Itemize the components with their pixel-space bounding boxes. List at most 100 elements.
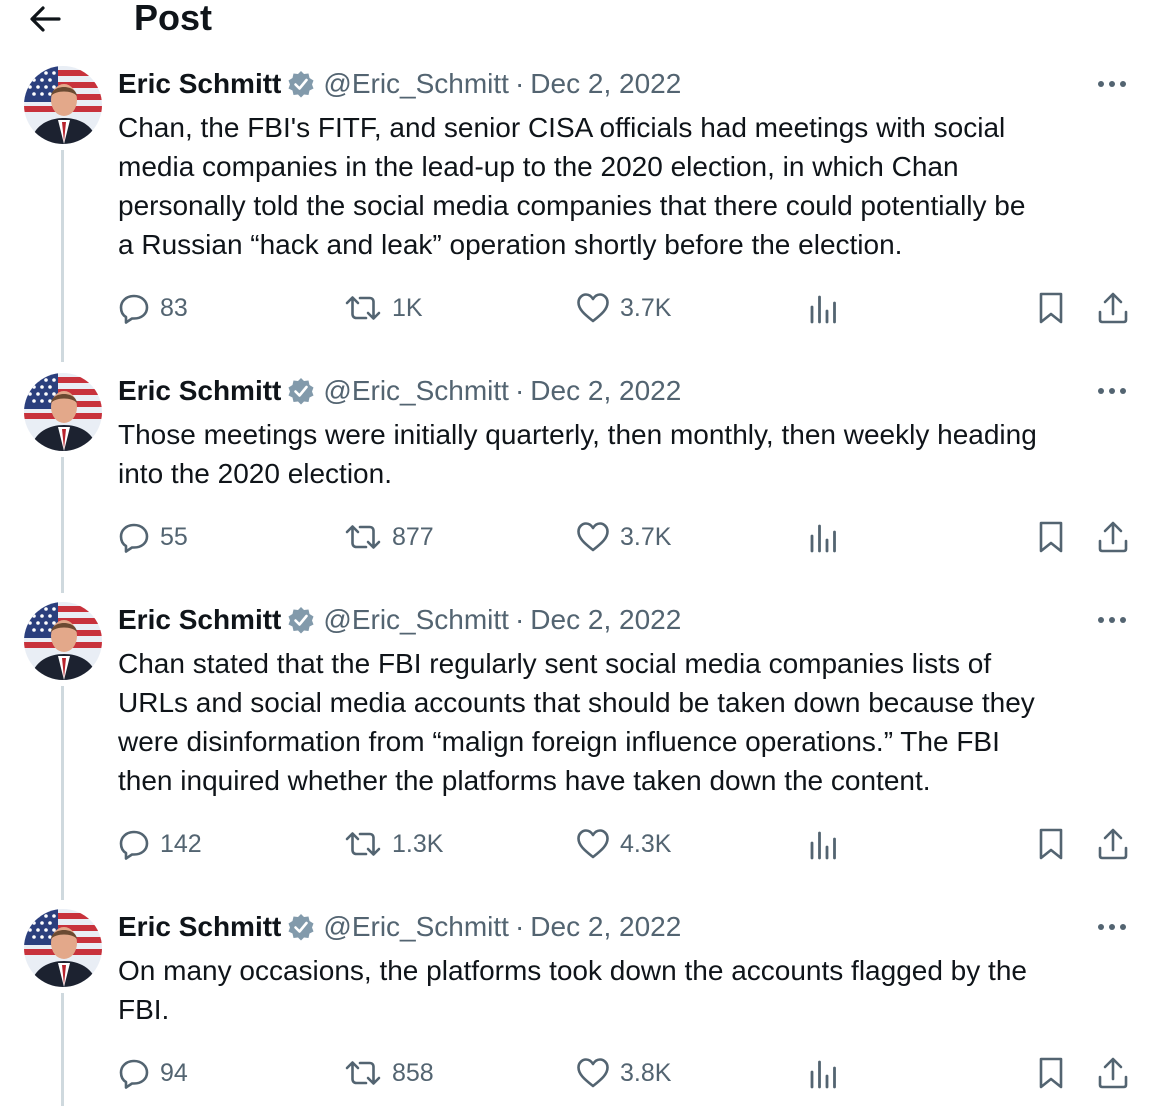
reply-button[interactable]: 94 [118, 1055, 188, 1091]
like-button[interactable]: 3.7K [576, 290, 671, 326]
share-button[interactable] [1096, 519, 1130, 555]
thread-line [61, 150, 64, 362]
avatar[interactable] [24, 909, 102, 987]
verified-badge-icon[interactable] [287, 70, 315, 98]
reply-icon [119, 523, 149, 553]
post-header: Eric Schmitt @Eric_Schmitt · Dec 2, 2022 [118, 66, 681, 102]
author-name[interactable]: Eric Schmitt [118, 911, 281, 942]
bookmark-button[interactable] [1036, 290, 1066, 326]
separator-dot: · [514, 375, 525, 406]
repost-icon [345, 525, 381, 549]
post-date[interactable]: Dec 2, 2022 [530, 911, 681, 942]
post-text: Chan, the FBI's FITF, and senior CISA of… [118, 112, 1026, 260]
like-count: 3.7K [620, 522, 672, 551]
post-actions: 94 858 3.8K [118, 1055, 1134, 1091]
repost-count: 877 [392, 522, 434, 551]
repost-count: 1K [392, 293, 423, 322]
post-date[interactable]: Dec 2, 2022 [530, 604, 681, 635]
author-handle[interactable]: @Eric_Schmitt [323, 375, 509, 406]
reply-button[interactable]: 55 [118, 519, 188, 555]
like-button[interactable]: 3.7K [576, 519, 671, 555]
thread-line [61, 993, 64, 1106]
more-options-icon[interactable] [1096, 614, 1128, 626]
views-button[interactable] [808, 826, 838, 862]
post-date[interactable]: Dec 2, 2022 [530, 68, 681, 99]
repost-button[interactable]: 877 [344, 519, 434, 555]
more-options-icon[interactable] [1096, 921, 1128, 933]
avatar[interactable] [24, 373, 102, 451]
author-handle[interactable]: @Eric_Schmitt [323, 68, 509, 99]
bookmark-icon [1039, 292, 1063, 324]
share-button[interactable] [1096, 826, 1130, 862]
post-actions: 55 877 3.7K [118, 519, 1134, 555]
avatar[interactable] [24, 66, 102, 144]
repost-count: 858 [392, 1058, 434, 1087]
views-button[interactable] [808, 290, 838, 326]
analytics-icon [810, 295, 836, 324]
post-text: Chan stated that the FBI regularly sent … [118, 648, 1035, 796]
separator-dot: · [514, 604, 525, 635]
analytics-icon [810, 831, 836, 860]
verified-badge-icon[interactable] [287, 377, 315, 405]
repost-icon [345, 1061, 381, 1085]
arrow-left-icon[interactable] [28, 4, 62, 34]
heart-icon [577, 1058, 609, 1088]
avatar[interactable] [24, 602, 102, 680]
more-options-icon[interactable] [1096, 78, 1128, 90]
author-name[interactable]: Eric Schmitt [118, 68, 281, 99]
author-name[interactable]: Eric Schmitt [118, 604, 281, 635]
post-header: Eric Schmitt @Eric_Schmitt · Dec 2, 2022 [118, 602, 681, 638]
reply-button[interactable]: 142 [118, 826, 202, 862]
share-button[interactable] [1096, 290, 1130, 326]
share-button[interactable] [1096, 1055, 1130, 1091]
repost-button[interactable]: 858 [344, 1055, 434, 1091]
verified-badge-icon[interactable] [287, 606, 315, 634]
bookmark-button[interactable] [1036, 826, 1066, 862]
separator-dot: · [514, 68, 525, 99]
heart-icon [577, 829, 609, 859]
bookmark-icon [1039, 828, 1063, 860]
like-button[interactable]: 3.8K [576, 1055, 671, 1091]
post-date[interactable]: Dec 2, 2022 [530, 375, 681, 406]
reply-count: 142 [160, 829, 202, 858]
analytics-icon [810, 524, 836, 553]
share-icon [1098, 828, 1128, 860]
repost-button[interactable]: 1K [344, 290, 423, 326]
like-count: 4.3K [620, 829, 672, 858]
post-text: On many occasions, the platforms took do… [118, 955, 1027, 1025]
top-bar: Post [0, 0, 1164, 40]
analytics-icon [810, 1060, 836, 1089]
views-button[interactable] [808, 1055, 838, 1091]
post-text: Those meetings were initially quarterly,… [118, 419, 1037, 489]
author-handle[interactable]: @Eric_Schmitt [323, 911, 509, 942]
repost-icon [345, 832, 381, 856]
like-button[interactable]: 4.3K [576, 826, 671, 862]
views-button[interactable] [808, 519, 838, 555]
page-title: Post [134, 0, 213, 38]
repost-button[interactable]: 1.3K [344, 826, 443, 862]
heart-icon [577, 522, 609, 552]
reply-count: 94 [160, 1058, 188, 1087]
bookmark-button[interactable] [1036, 1055, 1066, 1091]
post-actions: 83 1K 3.7K [118, 290, 1134, 326]
like-count: 3.8K [620, 1058, 672, 1087]
post-header: Eric Schmitt @Eric_Schmitt · Dec 2, 2022 [118, 909, 681, 945]
reply-icon [119, 830, 149, 860]
bookmark-icon [1039, 521, 1063, 553]
verified-badge-icon[interactable] [287, 913, 315, 941]
thread-line [61, 686, 64, 900]
share-icon [1098, 521, 1128, 553]
reply-icon [119, 294, 149, 324]
thread-line [61, 457, 64, 593]
reply-count: 83 [160, 293, 188, 322]
reply-button[interactable]: 83 [118, 290, 188, 326]
more-options-icon[interactable] [1096, 385, 1128, 397]
author-handle[interactable]: @Eric_Schmitt [323, 604, 509, 635]
repost-icon [345, 296, 381, 320]
bookmark-icon [1039, 1057, 1063, 1089]
author-name[interactable]: Eric Schmitt [118, 375, 281, 406]
reply-count: 55 [160, 522, 188, 551]
post-header: Eric Schmitt @Eric_Schmitt · Dec 2, 2022 [118, 373, 681, 409]
bookmark-button[interactable] [1036, 519, 1066, 555]
reply-icon [119, 1059, 149, 1089]
